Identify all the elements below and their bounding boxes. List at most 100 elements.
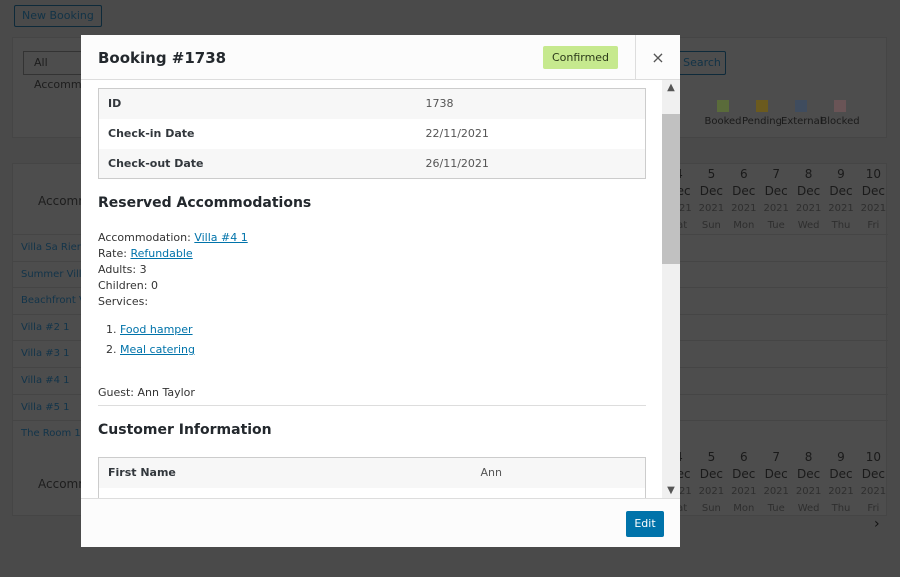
next-arrow-icon[interactable]: › — [874, 516, 880, 532]
day-header: 9 Dec 2021 Thu — [825, 449, 857, 517]
detail-value: 26/11/2021 — [425, 156, 489, 170]
list-item: Food hamper — [120, 320, 646, 340]
day-header: 10 Dec 2021 Fri — [857, 449, 889, 517]
day-year: 2021 — [828, 486, 854, 497]
legend-swatch — [756, 100, 768, 112]
day-month: Dec — [764, 467, 788, 481]
day-number: 5 — [707, 450, 716, 464]
legend-swatch — [795, 100, 807, 112]
detail-value: 22/11/2021 — [425, 127, 489, 140]
day-weekday: Sun — [701, 503, 721, 514]
day-year: 2021 — [860, 203, 887, 214]
day-year: 2021 — [828, 203, 854, 214]
day-month: Dec — [829, 467, 853, 481]
accommodation-label: Accommodation: — [98, 231, 191, 244]
rate-link[interactable]: Refundable — [130, 247, 192, 260]
legend-swatch — [834, 100, 846, 112]
day-weekday: Fri — [867, 503, 880, 514]
customer-value: Taylor — [472, 488, 646, 498]
legend-label: External — [781, 116, 823, 127]
day-month: Dec — [764, 184, 788, 198]
day-number: 6 — [739, 450, 748, 464]
legend-swatch — [717, 100, 729, 112]
legend-label: Booked — [704, 116, 742, 127]
day-header: 8 Dec 2021 Wed — [793, 449, 825, 517]
service-link[interactable]: Meal catering — [120, 343, 195, 356]
day-year: 2021 — [795, 486, 822, 497]
day-year: 2021 — [698, 203, 725, 214]
detail-value: 1738 — [425, 97, 454, 111]
day-year: 2021 — [731, 486, 757, 497]
scroll-up-icon[interactable]: ▲ — [662, 82, 680, 93]
day-number: 5 — [707, 167, 716, 181]
customer-key: Last Name — [99, 488, 472, 498]
detail-key: ID — [108, 97, 122, 111]
service-link[interactable]: Food hamper — [120, 323, 193, 336]
day-number: 7 — [772, 167, 780, 181]
day-weekday: Fri — [867, 220, 880, 231]
day-header: 9 Dec 2021 Thu — [825, 166, 857, 234]
scroll-down-icon[interactable]: ▼ — [662, 485, 680, 496]
day-weekday: Sun — [701, 220, 721, 231]
day-number: 8 — [804, 450, 813, 464]
day-weekday: Mon — [733, 503, 755, 514]
close-icon[interactable]: × — [635, 35, 680, 80]
scroll-thumb[interactable] — [662, 114, 680, 264]
modal-scrollbar[interactable]: ▲ ▼ — [662, 80, 680, 498]
day-number: 9 — [837, 167, 845, 181]
day-header: 7 Dec 2021 Tue — [760, 166, 792, 234]
accommodation-link[interactable]: Villa #5 1 — [21, 402, 70, 413]
search-button[interactable]: Search — [678, 51, 726, 75]
day-weekday: Mon — [733, 220, 755, 231]
day-month: Dec — [796, 184, 821, 198]
day-month: Dec — [796, 467, 821, 481]
day-header: 5 Dec 2021 Sun — [695, 449, 727, 517]
day-month: Dec — [699, 467, 723, 481]
services-label: Services: — [98, 295, 149, 308]
adults: Adults: 3 — [98, 263, 147, 276]
day-month: Dec — [732, 467, 756, 481]
accommodation-link[interactable]: The Room 1 — [21, 428, 81, 439]
day-month: Dec — [829, 184, 853, 198]
reserved-heading: Reserved Accommodations — [98, 195, 312, 211]
legend-label: Blocked — [820, 116, 860, 127]
day-header: 8 Dec 2021 Wed — [793, 166, 825, 234]
day-year: 2021 — [731, 203, 757, 214]
day-weekday: Wed — [797, 220, 820, 231]
day-year: 2021 — [795, 203, 822, 214]
customer-key: First Name — [108, 466, 176, 480]
day-year: 2021 — [698, 486, 725, 497]
day-year: 2021 — [763, 203, 789, 214]
rate-label: Rate: — [98, 247, 127, 260]
customer-table: First Name Ann Last NameTaylor — [98, 457, 646, 498]
day-header: 5 Dec 2021 Sun — [695, 166, 727, 234]
edit-button[interactable]: Edit — [626, 511, 664, 537]
accommodation-link[interactable]: Villa #4 1 — [21, 375, 70, 386]
guest: Guest: Ann Taylor — [98, 386, 646, 406]
accommodation-link[interactable]: Villa #2 1 — [21, 322, 70, 333]
accommodation-link[interactable]: Villa #3 1 — [21, 348, 70, 359]
detail-key: Check-in Date — [108, 127, 195, 140]
day-header: 7 Dec 2021 Tue — [760, 449, 792, 517]
new-booking-button[interactable]: New Booking — [14, 5, 102, 27]
detail-key: Check-out Date — [108, 156, 204, 170]
legend-item: Booked — [703, 100, 743, 127]
day-number: 6 — [739, 167, 748, 181]
day-year: 2021 — [763, 486, 789, 497]
day-header: 6 Dec 2021 Mon — [728, 166, 760, 234]
day-number: 10 — [865, 450, 882, 464]
booking-modal: Booking #1738 Confirmed × ID 1738 Check-i… — [81, 35, 680, 547]
day-header: 6 Dec 2021 Mon — [728, 449, 760, 517]
legend-item: External — [781, 100, 823, 127]
customer-value: Ann — [480, 466, 502, 480]
modal-body: ID 1738 Check-in Date 22/11/2021 Check-out… — [81, 80, 662, 498]
day-month: Dec — [861, 184, 885, 198]
day-month: Dec — [861, 467, 885, 481]
services-list: Food hamper Meal catering — [120, 320, 646, 360]
day-year: 2021 — [860, 486, 887, 497]
day-weekday: Wed — [797, 503, 820, 514]
day-number: 9 — [837, 450, 845, 464]
accommodation-link[interactable]: Villa #4 1 — [194, 231, 247, 244]
status-badge: Confirmed — [543, 46, 618, 69]
children: Children: 0 — [98, 279, 158, 292]
